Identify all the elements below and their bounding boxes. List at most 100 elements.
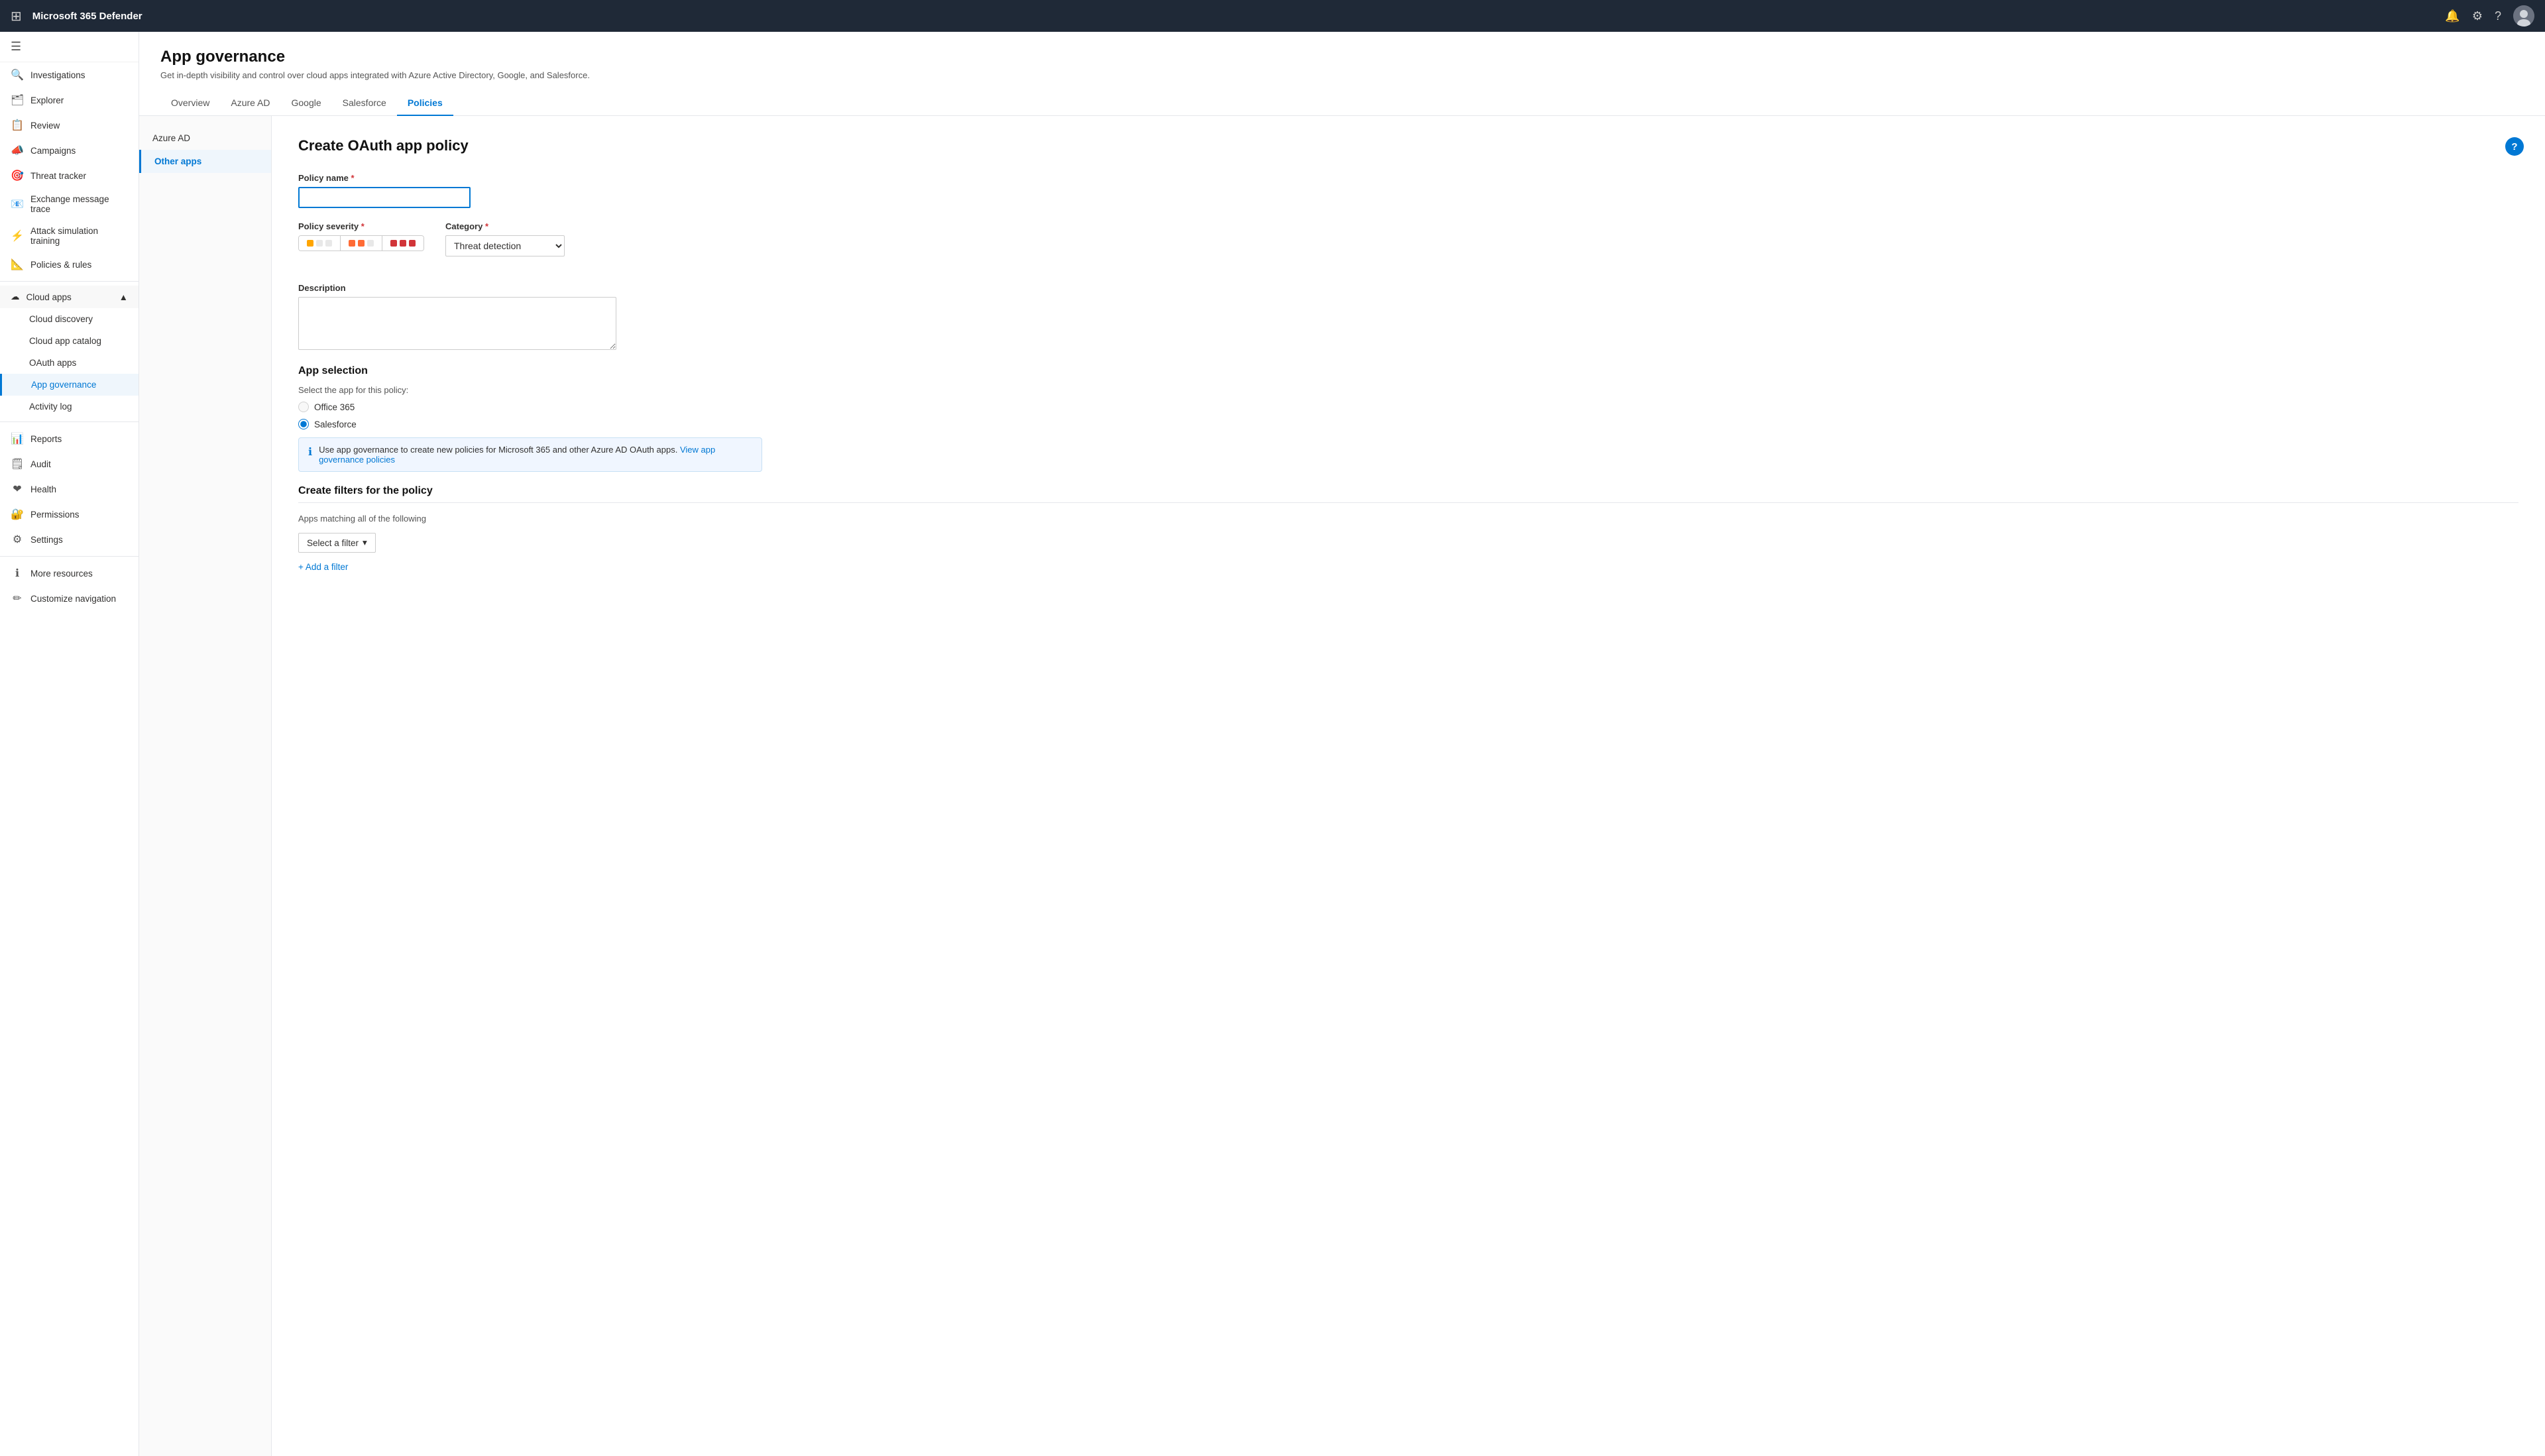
description-textarea[interactable] (298, 297, 616, 350)
add-filter-button[interactable]: + Add a filter (298, 562, 348, 572)
severity-medium-button[interactable] (341, 236, 382, 251)
sidebar-item-threat-tracker[interactable]: 🎯 Threat tracker (0, 163, 139, 188)
more-resources-icon: ℹ (11, 567, 24, 580)
sev-low-dot-1 (307, 240, 313, 247)
sub-nav-item-azure-ad[interactable]: Azure AD (139, 127, 271, 150)
app-selection-subtext: Select the app for this policy: (298, 385, 2518, 395)
sidebar-group-cloud-apps[interactable]: ☁ Cloud apps ▲ (0, 286, 139, 308)
tab-azure-ad[interactable]: Azure AD (220, 91, 280, 116)
avatar[interactable] (2513, 5, 2534, 27)
select-filter-button[interactable]: Select a filter ▾ (298, 533, 376, 553)
sidebar-label-app-governance: App governance (31, 380, 96, 390)
topbar: ⊞ Microsoft 365 Defender 🔔 ⚙ ? (0, 0, 2545, 32)
sidebar-divider-2 (0, 421, 139, 422)
form-wrapper: ? Create OAuth app policy Policy name * (272, 116, 2545, 1456)
radio-item-office365[interactable]: Office 365 (298, 402, 2518, 412)
help-icon[interactable]: ? (2495, 9, 2501, 23)
page-title: App governance (160, 48, 2524, 66)
sidebar-item-reports[interactable]: 📊 Reports (0, 426, 139, 451)
sidebar-item-cloud-app-catalog[interactable]: Cloud app catalog (0, 330, 139, 352)
sidebar-item-review[interactable]: 📋 Review (0, 113, 139, 138)
sidebar-item-campaigns[interactable]: 📣 Campaigns (0, 138, 139, 163)
sidebar-label-exchange: Exchange message trace (30, 194, 128, 214)
sidebar-label-investigations: Investigations (30, 70, 85, 80)
radio-label-salesforce: Salesforce (314, 420, 357, 429)
waffle-icon[interactable]: ⊞ (11, 8, 22, 25)
sidebar-label-more-resources: More resources (30, 569, 93, 579)
category-select[interactable]: Threat detection Compliance Access contr… (445, 235, 565, 256)
sidebar-item-activity-log[interactable]: Activity log (0, 396, 139, 418)
sidebar-item-health[interactable]: ❤ Health (0, 476, 139, 502)
sidebar-item-settings[interactable]: ⚙ Settings (0, 527, 139, 552)
required-star-name: * (351, 173, 355, 183)
radio-label-office365: Office 365 (314, 402, 355, 412)
sidebar-item-investigations[interactable]: 🔍 Investigations (0, 62, 139, 87)
sidebar-item-audit[interactable]: 🗒 Audit (0, 451, 139, 476)
sidebar-item-policies-rules[interactable]: 📐 Policies & rules (0, 252, 139, 277)
investigations-icon: 🔍 (11, 68, 24, 82)
sev-med-dot-2 (358, 240, 365, 247)
app-body: ☰ 🔍 Investigations 🗂 Explorer 📋 Review 📣… (0, 32, 2545, 1456)
page-header: App governance Get in-depth visibility a… (139, 32, 2545, 116)
tab-salesforce[interactable]: Salesforce (332, 91, 397, 116)
sub-nav: Azure AD Other apps (139, 116, 272, 1456)
form-group-policy-name: Policy name * (298, 173, 2518, 208)
radio-salesforce[interactable] (298, 419, 309, 429)
tab-google[interactable]: Google (281, 91, 332, 116)
sidebar-item-oauth-apps[interactable]: OAuth apps (0, 352, 139, 374)
radio-item-salesforce[interactable]: Salesforce (298, 419, 2518, 429)
explorer-icon: 🗂 (11, 93, 24, 107)
chevron-down-icon: ▾ (363, 537, 367, 548)
tabs: Overview Azure AD Google Salesforce Poli… (160, 91, 2524, 115)
policy-name-label: Policy name * (298, 173, 2518, 183)
sidebar-item-exchange-message-trace[interactable]: 📧 Exchange message trace (0, 188, 139, 220)
sub-nav-item-other-apps[interactable]: Other apps (139, 150, 271, 173)
policy-name-input[interactable] (298, 187, 471, 208)
sev-med-dot-3 (367, 240, 374, 247)
sidebar-item-explorer[interactable]: 🗂 Explorer (0, 87, 139, 113)
sidebar-label-campaigns: Campaigns (30, 146, 76, 156)
sidebar-label-cloud-app-catalog: Cloud app catalog (29, 336, 101, 346)
info-box-text: Use app governance to create new policie… (319, 445, 752, 465)
sidebar-label-activity-log: Activity log (29, 402, 72, 412)
sidebar-collapse-button[interactable]: ☰ (0, 32, 139, 62)
tab-overview[interactable]: Overview (160, 91, 220, 116)
sidebar-label-customize-nav: Customize navigation (30, 594, 116, 604)
threat-tracker-icon: 🎯 (11, 169, 24, 182)
sidebar-item-permissions[interactable]: 🔐 Permissions (0, 502, 139, 527)
topbar-icons: 🔔 ⚙ ? (2445, 5, 2534, 27)
cloud-apps-icon: ☁ (11, 292, 20, 302)
sidebar-label-policies-rules: Policies & rules (30, 260, 91, 270)
settings-nav-icon: ⚙ (11, 533, 24, 546)
required-star-category: * (485, 221, 488, 231)
reports-icon: 📊 (11, 432, 24, 445)
attack-sim-icon: ⚡ (11, 229, 24, 243)
sidebar-item-app-governance[interactable]: App governance (0, 374, 139, 396)
customize-nav-icon: ✏ (11, 592, 24, 605)
severity-low-button[interactable] (299, 236, 341, 251)
sev-high-dot-1 (390, 240, 397, 247)
sidebar-item-more-resources[interactable]: ℹ More resources (0, 561, 139, 586)
exchange-icon: 📧 (11, 197, 24, 211)
notifications-icon[interactable]: 🔔 (2445, 9, 2460, 23)
sidebar-item-attack-simulation[interactable]: ⚡ Attack simulation training (0, 220, 139, 252)
form-group-app-selection: App selection Select the app for this po… (298, 365, 2518, 472)
sidebar-label-audit: Audit (30, 459, 51, 469)
radio-office365[interactable] (298, 402, 309, 412)
sidebar-item-cloud-discovery[interactable]: Cloud discovery (0, 308, 139, 330)
severity-high-button[interactable] (382, 236, 424, 251)
form-area: ? Create OAuth app policy Policy name * (272, 116, 2545, 606)
page-subtitle: Get in-depth visibility and control over… (160, 70, 2524, 80)
form-group-severity: Policy severity * (298, 221, 424, 251)
sidebar-label-review: Review (30, 121, 60, 131)
policies-icon: 📐 (11, 258, 24, 271)
review-icon: 📋 (11, 119, 24, 132)
tab-policies[interactable]: Policies (397, 91, 453, 116)
help-button[interactable]: ? (2505, 137, 2524, 156)
info-icon: ℹ (308, 445, 312, 459)
sidebar-item-customize-navigation[interactable]: ✏ Customize navigation (0, 586, 139, 611)
settings-icon[interactable]: ⚙ (2472, 9, 2483, 23)
sev-low-dot-2 (316, 240, 323, 247)
filters-subtext: Apps matching all of the following (298, 514, 2518, 524)
info-box: ℹ Use app governance to create new polic… (298, 437, 762, 472)
